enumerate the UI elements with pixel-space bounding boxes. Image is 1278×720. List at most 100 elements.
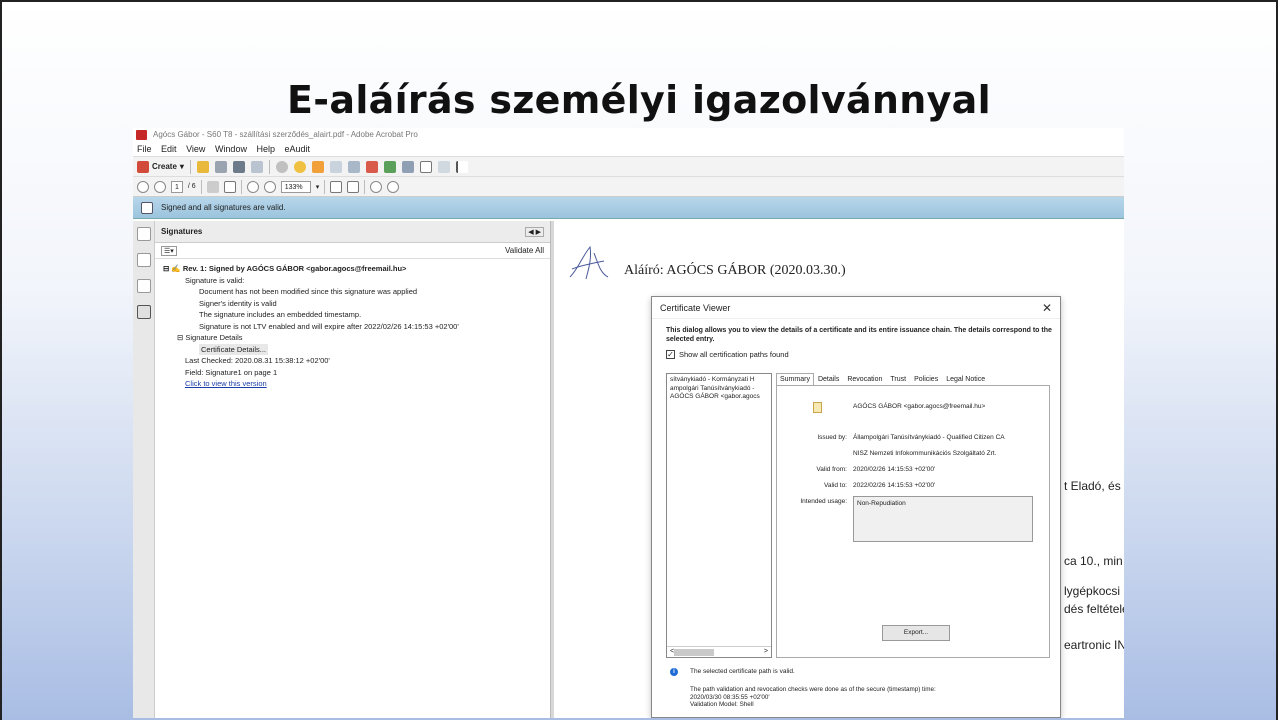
signature-valid-label: Signature is valid: [185,275,245,285]
intended-usage-label: Intended usage: [800,498,847,505]
scroll-thumb[interactable] [674,648,715,656]
summary-tab-content: AGÓCS GÁBOR <gabor.agocs@freemail.hu> Is… [776,385,1050,658]
pages-icon[interactable] [347,160,360,173]
window-titlebar: Agócs Gábor - S60 T8 - szállítási szerző… [133,128,1124,142]
menu-view[interactable]: View [186,144,205,154]
form-icon[interactable] [401,160,414,173]
signature-detail: Document has not been modified since thi… [199,287,418,296]
signatures-options-bar: ☰▾ Validate All [155,243,550,259]
menu-file[interactable]: File [137,144,152,154]
fit-page-icon[interactable] [330,180,343,193]
menu-help[interactable]: Help [256,144,275,154]
toolbar-separator [364,179,366,194]
bookmarks-panel-icon[interactable] [136,253,151,267]
document-text-fragment: eartronic IN [1064,638,1124,652]
open-folder-icon[interactable] [196,160,209,173]
create-button[interactable]: Create ▾ [137,160,184,173]
email-icon[interactable] [250,160,263,173]
document-text-fragment: dés feltétele [1064,602,1124,616]
menu-window[interactable]: Window [215,144,247,154]
rotate-left-icon[interactable] [370,180,383,193]
text-field-icon[interactable] [419,160,432,173]
certificate-viewer-dialog: Certificate Viewer ✕ This dialog allows … [651,296,1061,718]
highlight-icon[interactable] [311,160,324,173]
menu-bar: File Edit View Window Help eAudit [133,142,1124,157]
issued-by-value: Állampolgári Tanúsítványkiadó - Qualifie… [853,434,1005,441]
signature-revision[interactable]: ⊟ ✍ Rev. 1: Signed by AGÓCS GÁBOR <gabor… [163,263,550,275]
info-icon: i [670,668,678,676]
signatures-panel-title: Signatures [161,227,203,236]
comment-icon[interactable] [293,160,306,173]
last-checked-text: Last Checked: 2020.08.31 15:38:12 +02'00… [185,356,330,365]
signature-tree: ⊟ ✍ Rev. 1: Signed by AGÓCS GÁBOR <gabor… [155,259,550,390]
valid-to-label: Valid to: [823,482,847,489]
sign-icon[interactable] [365,160,378,173]
signatures-panel-header: Signatures ◀ ▶ [155,221,550,243]
path-entry[interactable]: ampolgári Tanúsítványkiadó - [670,385,768,394]
options-menu-icon[interactable]: ☰▾ [161,245,177,256]
attachments-panel-icon[interactable] [136,279,151,293]
certificate-icon[interactable] [383,160,396,173]
signature-details-node[interactable]: ⊟ Signature Details [163,332,550,344]
document-text-fragment: t Eladó, és [1064,479,1121,493]
panel-collapse-icon[interactable]: ◀ ▶ [525,226,544,237]
zoom-out-icon[interactable] [246,180,259,193]
handwritten-signature [569,245,609,280]
valid-from-label: Valid from: [816,466,847,473]
dialog-description: This dialog allows you to view the detai… [666,327,1052,343]
checkmark-icon: ✓ [666,350,675,359]
full-screen-icon[interactable] [347,180,360,193]
settings-icon[interactable] [275,160,288,173]
signatures-panel-icon[interactable] [136,305,151,319]
print-icon[interactable] [232,160,245,173]
menu-eaudit[interactable]: eAudit [285,144,311,154]
toolbar-separator [240,179,242,194]
document-text-fragment: ca 10., min [1064,554,1123,568]
validate-all-button[interactable]: Validate All [505,246,544,255]
certification-path-tree: sítványkiadó - Kormányzati H ampolgári T… [666,373,772,658]
close-icon[interactable]: ✕ [1042,297,1052,319]
zoom-dropdown-icon[interactable]: ▾ [316,183,320,191]
zoom-level-select[interactable]: 133% [280,180,311,193]
signature-field-text: Field: Signature1 on page 1 [185,367,278,377]
path-entry[interactable]: AGÓCS GÁBOR <gabor.agocs [670,393,768,402]
validation-details: The path validation and revocation check… [690,686,936,708]
save-icon[interactable] [214,160,227,173]
navigation-pane-rail [133,221,155,718]
previous-page-icon[interactable] [137,180,149,193]
path-horizontal-scrollbar[interactable]: < > [667,646,771,657]
valid-to-value: 2022/02/26 14:15:53 +02'00' [853,482,936,489]
document-icon[interactable] [329,160,342,173]
create-icon [137,160,149,173]
valid-from-value: 2020/02/26 14:15:53 +02'00' [853,466,936,473]
show-all-paths-checkbox[interactable]: ✓ Show all certification paths found [652,344,1060,359]
attach-icon[interactable] [437,160,450,173]
select-tool-icon[interactable] [206,180,219,193]
next-page-icon[interactable] [154,180,166,193]
scroll-right-icon[interactable]: > [764,648,768,657]
rotate-right-icon[interactable] [387,180,400,193]
toolbar-separator [200,179,202,194]
toolbar-separator [268,159,270,174]
menu-edit[interactable]: Edit [161,144,177,154]
view-version-link[interactable]: Click to view this version [163,378,550,390]
path-entry[interactable]: sítványkiadó - Kormányzati H [670,376,768,385]
acrobat-window: Agócs Gábor - S60 T8 - szállítási szerző… [133,128,1124,718]
signature-status-text: Signed and all signatures are valid. [161,203,286,212]
intended-usage-box: Non-Repudiation [853,496,1033,542]
main-toolbar: Create ▾ [133,157,1124,177]
toolbar-separator [324,179,326,194]
dialog-titlebar: Certificate Viewer ✕ [652,297,1060,319]
hand-tool-icon[interactable] [223,180,236,193]
window-title: Agócs Gábor - S60 T8 - szállítási szerző… [153,130,418,139]
pages-panel-icon[interactable] [136,227,151,241]
pdf-app-icon [136,130,147,140]
signature-detail: Signer's identity is valid [199,298,277,308]
pencil-icon[interactable] [455,160,468,173]
page-number-input[interactable]: 1 [171,180,183,193]
signature-valid-icon: ✍ [171,264,181,273]
path-status-text: The selected certificate path is valid. [690,668,795,675]
export-button[interactable]: Export... [882,625,950,641]
zoom-in-icon[interactable] [263,180,276,193]
certificate-details-item[interactable]: Certificate Details... [163,343,550,355]
